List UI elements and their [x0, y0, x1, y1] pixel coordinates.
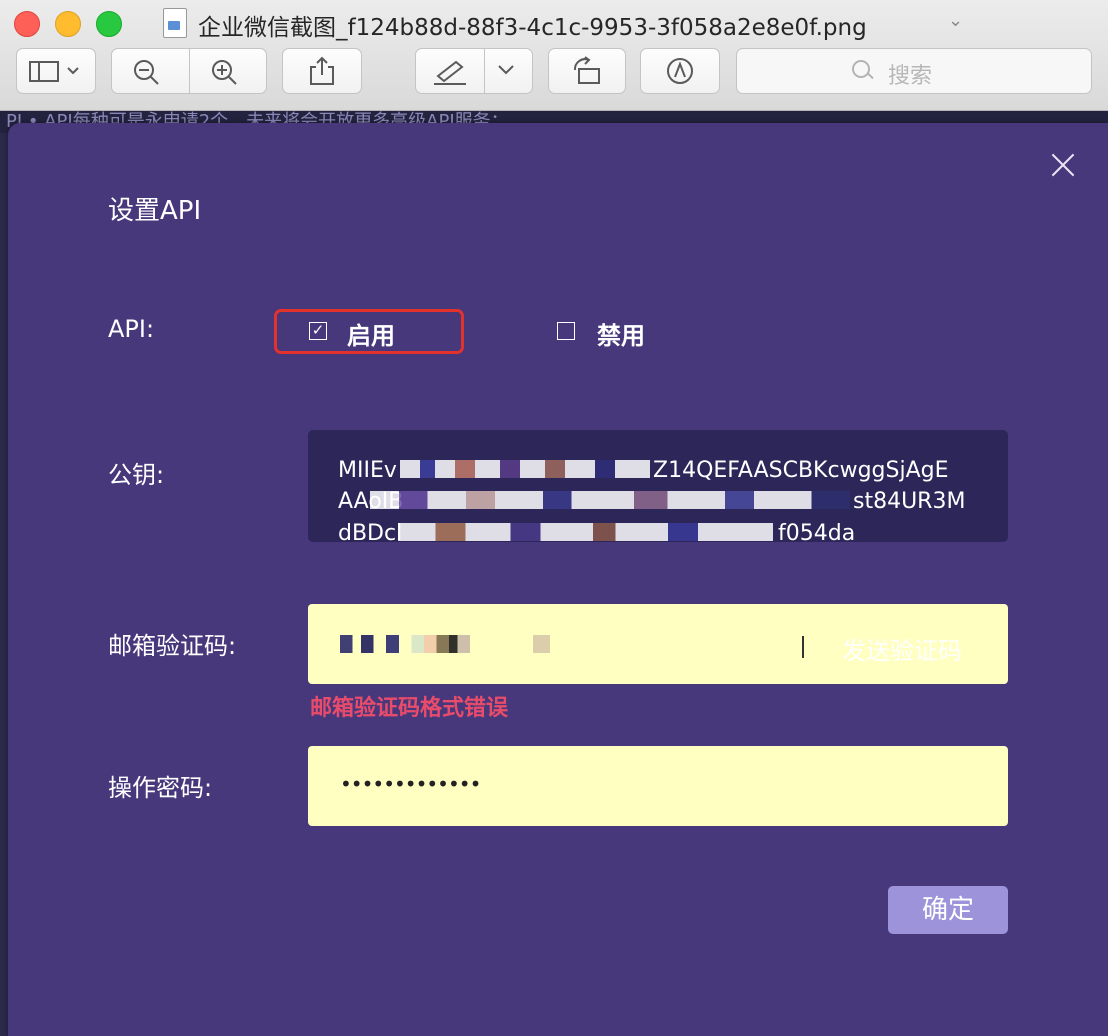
email-code-error: 邮箱验证码格式错误 — [310, 696, 509, 721]
window-title: 企业微信截图_f124b88d-88f3-4c1c-9953-3f058a2e8… — [198, 15, 867, 41]
disable-label[interactable]: 禁用 — [597, 316, 645, 351]
api-label: API: — [108, 315, 155, 343]
dialog-title: 设置API — [108, 196, 202, 226]
enable-label[interactable]: 启用 — [347, 316, 395, 351]
close-window-button[interactable] — [14, 11, 40, 37]
disable-checkbox[interactable] — [557, 322, 575, 340]
zoom-in-icon[interactable] — [210, 58, 242, 90]
rotate-icon — [573, 56, 600, 84]
pubkey-line: dBDcl — [338, 521, 403, 542]
chevron-down-icon[interactable] — [496, 62, 516, 82]
rotate-button[interactable] — [548, 48, 626, 94]
search-icon — [852, 60, 870, 78]
pubkey-line-tail: Z14QEFAASCBKcwggSjAgE — [653, 458, 949, 483]
email-code-label: 邮箱验证码: — [108, 632, 237, 660]
document-icon — [163, 8, 187, 38]
share-icon — [310, 56, 334, 85]
zoom-controls — [111, 48, 267, 94]
pubkey-line-tail: st84UR3M — [853, 489, 966, 514]
sidebar-toggle-button[interactable] — [16, 48, 96, 94]
window-chrome: 企业微信截图_f124b88d-88f3-4c1c-9953-3f058a2e8… — [0, 0, 1108, 111]
pen-icon[interactable] — [432, 58, 468, 90]
sidebar-icon — [29, 61, 79, 82]
send-code-button[interactable]: 发送验证码 — [842, 631, 962, 666]
confirm-button[interactable]: 确定 — [888, 886, 1008, 934]
markup-icon — [667, 58, 693, 84]
search-placeholder: 搜索 — [888, 64, 933, 89]
password-label: 操作密码: — [108, 774, 213, 802]
pubkey-label: 公钥: — [108, 461, 165, 489]
email-code-redacted-value — [340, 635, 550, 653]
share-button[interactable] — [282, 48, 362, 94]
pubkey-textarea[interactable]: MIIEv AAoIB dBDcl Z14QEFAASCBKcwggSjAgE … — [308, 430, 1008, 542]
pubkey-line: MIIEv — [338, 458, 397, 483]
text-cursor — [802, 636, 804, 658]
password-value: ••••••••••••• — [340, 772, 481, 796]
zoom-window-button[interactable] — [96, 11, 122, 37]
markup-button[interactable] — [640, 48, 720, 94]
zoom-out-icon[interactable] — [132, 58, 164, 90]
close-icon[interactable] — [1050, 152, 1076, 178]
minimize-window-button[interactable] — [55, 11, 81, 37]
enable-checkbox[interactable]: ✓ — [309, 322, 327, 340]
pubkey-line-tail: f054da — [778, 521, 856, 542]
title-menu-chevron-icon[interactable]: ⌄ — [948, 10, 963, 31]
markup-pen-controls — [415, 48, 533, 94]
